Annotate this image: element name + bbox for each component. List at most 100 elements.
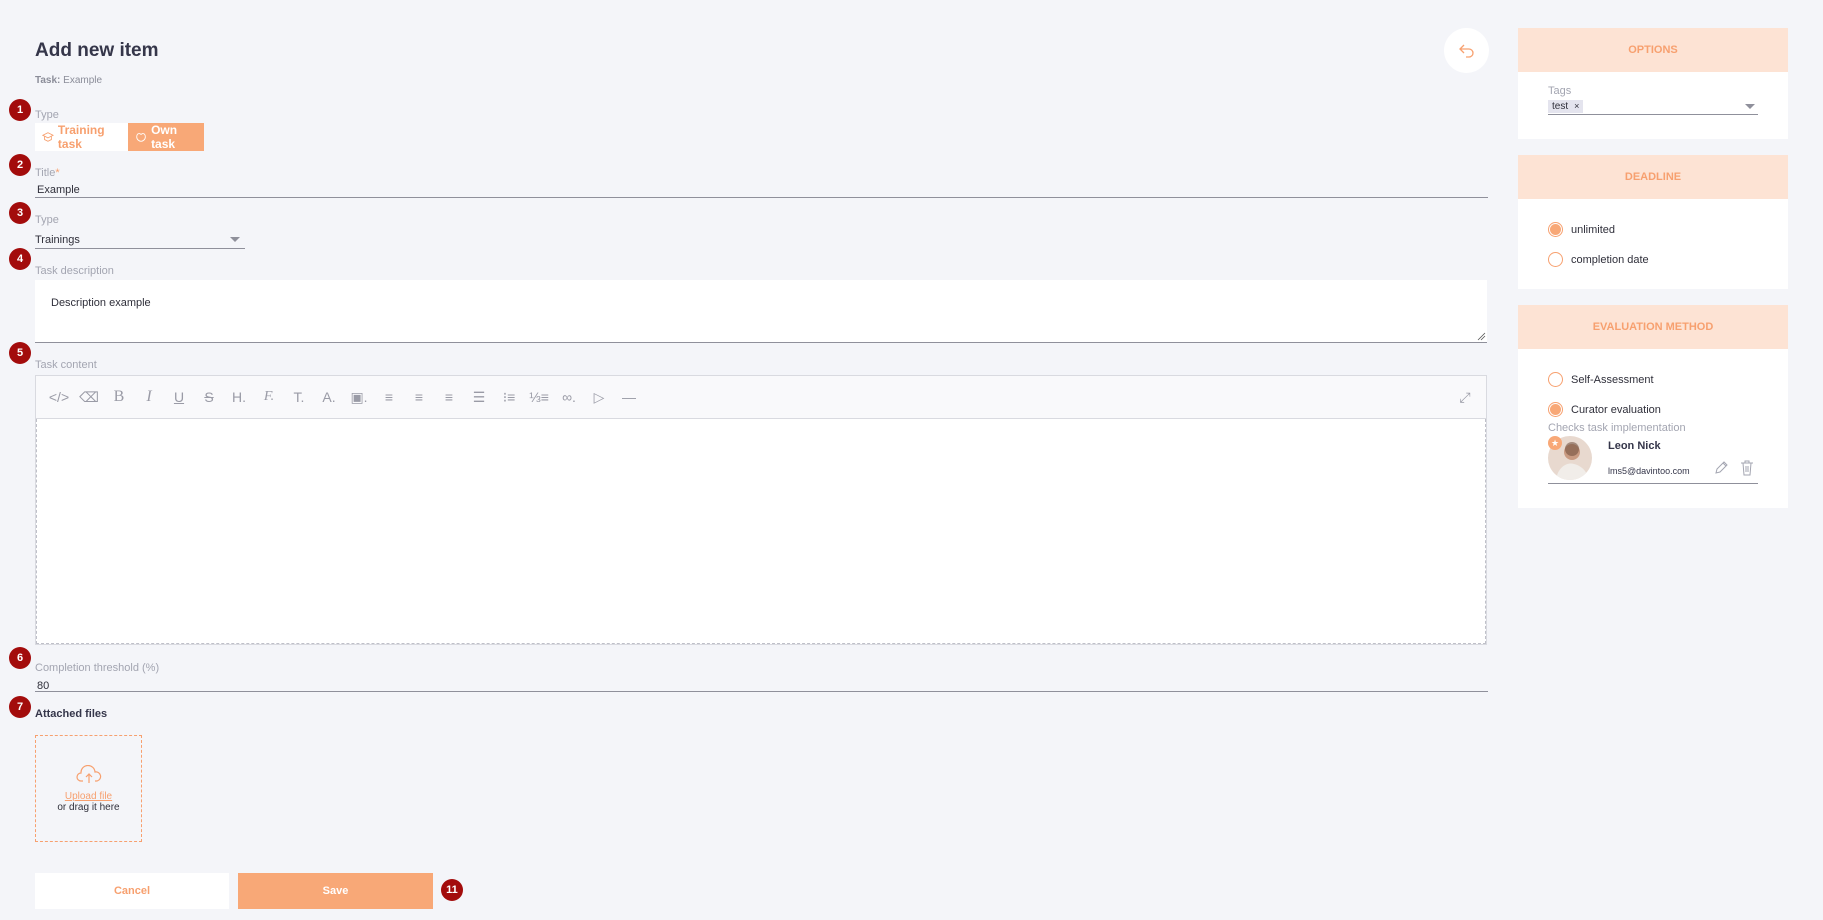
- step-badge-7: 7: [9, 696, 31, 718]
- options-header: OPTIONS: [1518, 28, 1788, 72]
- evaluation-header: EVALUATION METHOD: [1518, 305, 1788, 349]
- step-badge-2: 2: [9, 154, 31, 176]
- category-select[interactable]: Trainings: [35, 231, 245, 249]
- page-title: Add new item: [35, 40, 159, 61]
- deadline-panel: DEADLINE unlimited completion date: [1518, 155, 1788, 289]
- type-label: Type: [35, 109, 59, 121]
- curator-email: lms5@davintoo.com: [1608, 466, 1690, 476]
- cancel-button[interactable]: Cancel: [35, 873, 229, 909]
- align-center-icon[interactable]: ≡: [404, 382, 434, 412]
- options-body: Tags test ×: [1518, 72, 1788, 139]
- step-badge-11: 11: [441, 879, 463, 901]
- threshold-value: 80: [37, 680, 50, 692]
- star-icon: ★: [1548, 436, 1562, 450]
- step-badge-4: 4: [9, 248, 31, 270]
- tag-chip-label: test: [1552, 100, 1569, 112]
- required-mark: *: [55, 167, 60, 179]
- training-task-button[interactable]: Training task: [35, 123, 128, 151]
- curator-evaluation-option[interactable]: Curator evaluation: [1548, 402, 1661, 417]
- radio-button[interactable]: [1548, 372, 1563, 387]
- cloud-upload-icon: [75, 764, 101, 783]
- deadline-header: DEADLINE: [1518, 155, 1788, 199]
- tag-remove-icon[interactable]: ×: [1574, 101, 1579, 111]
- evaluation-panel: EVALUATION METHOD Self-Assessment Curato…: [1518, 305, 1788, 508]
- link-icon[interactable]: ∞.: [554, 382, 584, 412]
- heading-icon[interactable]: H.: [224, 382, 254, 412]
- font-size-icon[interactable]: T.: [284, 382, 314, 412]
- description-textarea[interactable]: Description example: [35, 280, 1487, 343]
- pencil-icon[interactable]: [1713, 460, 1729, 476]
- content-editor[interactable]: </> ⌫ B I U S H. F. T. A. ▣. ≡ ≡ ≡ ☰ ⁝≡ …: [35, 375, 1487, 645]
- threshold-label: Completion threshold (%): [35, 662, 160, 674]
- step-badge-1: 1: [9, 99, 31, 121]
- curator-card: ★ Leon Nick lms5@davintoo.com: [1548, 436, 1758, 484]
- align-right-icon[interactable]: ≡: [434, 382, 464, 412]
- curator-evaluation-label: Curator evaluation: [1571, 403, 1661, 416]
- radio-button[interactable]: [1548, 222, 1563, 237]
- horizontal-rule-icon[interactable]: —: [614, 382, 644, 412]
- fullscreen-icon[interactable]: ⤢: [1450, 382, 1480, 412]
- strikethrough-icon[interactable]: S: [194, 382, 224, 412]
- deadline-body: unlimited completion date: [1518, 199, 1788, 289]
- task-subtitle: Task: Example: [35, 75, 102, 86]
- italic-icon[interactable]: I: [134, 382, 164, 412]
- video-icon[interactable]: ▷: [584, 382, 614, 412]
- task-prefix: Task:: [35, 75, 61, 86]
- resize-handle-icon[interactable]: [1477, 332, 1486, 341]
- undo-icon: [1458, 44, 1474, 58]
- tags-input[interactable]: test ×: [1548, 98, 1758, 115]
- step-badge-6: 6: [9, 647, 31, 669]
- chevron-down-icon: [1745, 103, 1755, 109]
- task-name: Example: [63, 75, 103, 86]
- upload-hint: or drag it here: [57, 801, 120, 813]
- own-task-button[interactable]: Own task: [128, 123, 204, 151]
- trash-icon[interactable]: [1740, 459, 1754, 476]
- bullet-list-icon[interactable]: ⁝≡: [494, 382, 524, 412]
- tags-label: Tags: [1548, 85, 1572, 97]
- underline-icon[interactable]: U: [164, 382, 194, 412]
- upload-dropzone[interactable]: Upload file or drag it here: [35, 735, 142, 842]
- background-color-icon[interactable]: ▣.: [344, 382, 374, 412]
- editor-content-area[interactable]: [36, 419, 1486, 644]
- editor-toolbar: </> ⌫ B I U S H. F. T. A. ▣. ≡ ≡ ≡ ☰ ⁝≡ …: [36, 376, 1486, 419]
- radio-button[interactable]: [1548, 402, 1563, 417]
- attachments-title: Attached files: [35, 708, 108, 720]
- hand-icon: [136, 133, 146, 142]
- radio-button[interactable]: [1548, 252, 1563, 267]
- font-family-icon[interactable]: F.: [254, 382, 284, 412]
- deadline-unlimited-option[interactable]: unlimited: [1548, 222, 1615, 237]
- step-badge-5: 5: [9, 342, 31, 364]
- align-left-icon[interactable]: ≡: [374, 382, 404, 412]
- eraser-icon[interactable]: ⌫: [74, 382, 104, 412]
- title-label-text: Title: [35, 167, 56, 179]
- checks-label: Checks task implementation: [1548, 422, 1686, 434]
- description-value: Description example: [51, 297, 151, 309]
- graduation-cap-icon: [42, 132, 54, 142]
- justify-icon[interactable]: ☰: [464, 382, 494, 412]
- code-view-icon[interactable]: </>: [44, 382, 74, 412]
- title-input[interactable]: Example: [35, 180, 1488, 198]
- own-task-label: Own task: [151, 123, 178, 151]
- self-assessment-label: Self-Assessment: [1571, 373, 1654, 386]
- deadline-date-label: completion date: [1571, 253, 1649, 266]
- title-value: Example: [37, 184, 80, 196]
- options-panel: OPTIONS Tags test ×: [1518, 28, 1788, 139]
- curator-name: Leon Nick: [1608, 440, 1661, 452]
- training-task-label: Training task: [57, 123, 105, 151]
- category-label: Type: [35, 214, 59, 226]
- title-label: Title*: [35, 167, 60, 179]
- back-button[interactable]: [1444, 28, 1489, 73]
- chevron-down-icon: [230, 237, 240, 242]
- numbered-list-icon[interactable]: ⅓≡: [524, 382, 554, 412]
- content-label: Task content: [35, 359, 97, 371]
- deadline-unlimited-label: unlimited: [1571, 223, 1616, 236]
- text-color-icon[interactable]: A.: [314, 382, 344, 412]
- deadline-date-option[interactable]: completion date: [1548, 252, 1649, 267]
- save-button[interactable]: Save: [238, 873, 433, 909]
- upload-file-link[interactable]: Upload file: [65, 791, 112, 802]
- step-badge-3: 3: [9, 202, 31, 224]
- self-assessment-option[interactable]: Self-Assessment: [1548, 372, 1654, 387]
- bold-icon[interactable]: B: [104, 382, 134, 412]
- tag-chip: test ×: [1548, 99, 1584, 113]
- threshold-input[interactable]: 80: [35, 676, 1488, 692]
